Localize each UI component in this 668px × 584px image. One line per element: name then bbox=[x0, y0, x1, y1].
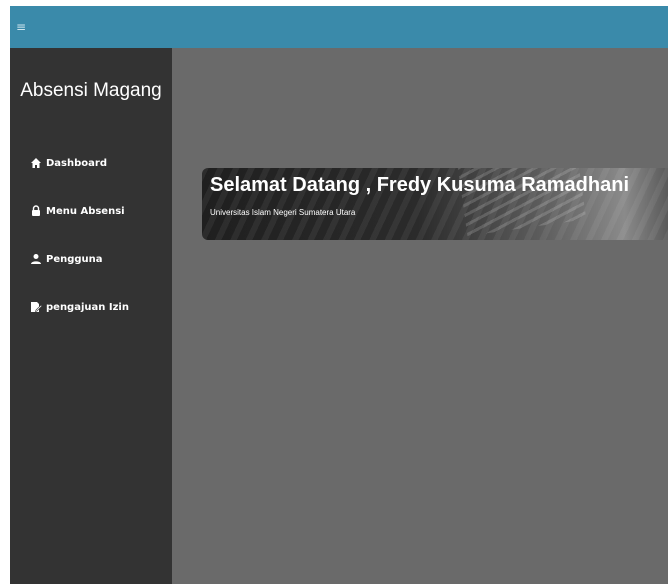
sidebar-item-label: Pengguna bbox=[46, 253, 103, 265]
welcome-subtitle: Universitas Islam Negeri Sumatera Utara bbox=[210, 208, 356, 217]
home-icon bbox=[31, 158, 41, 168]
sidebar-item-pengguna[interactable]: Pengguna bbox=[30, 250, 103, 268]
sidebar-item-label: Dashboard bbox=[46, 157, 107, 169]
hamburger-icon[interactable]: ≡ bbox=[16, 20, 30, 34]
sidebar: Absensi Magang Dashboard Menu Absensi Pe… bbox=[10, 48, 172, 584]
sidebar-item-pengajuan-izin[interactable]: pengajuan Izin bbox=[30, 298, 129, 316]
lock-icon bbox=[32, 205, 40, 216]
sidebar-item-label: pengajuan Izin bbox=[46, 301, 129, 313]
edit-document-icon bbox=[31, 302, 42, 312]
sidebar-item-dashboard[interactable]: Dashboard bbox=[30, 154, 107, 172]
welcome-title: Selamat Datang , Fredy Kusuma Ramadhani bbox=[210, 174, 630, 196]
welcome-banner: Selamat Datang , Fredy Kusuma Ramadhani … bbox=[202, 168, 668, 240]
sidebar-item-label: Menu Absensi bbox=[46, 205, 125, 217]
main-content: Selamat Datang , Fredy Kusuma Ramadhani … bbox=[172, 48, 668, 584]
top-bar: ≡ bbox=[10, 6, 668, 48]
user-icon bbox=[31, 254, 41, 264]
brand-title: Absensi Magang bbox=[20, 80, 162, 101]
sidebar-item-menu-absensi[interactable]: Menu Absensi bbox=[30, 202, 125, 220]
app-frame: ≡ Absensi Magang Dashboard Menu Absensi … bbox=[10, 6, 668, 584]
